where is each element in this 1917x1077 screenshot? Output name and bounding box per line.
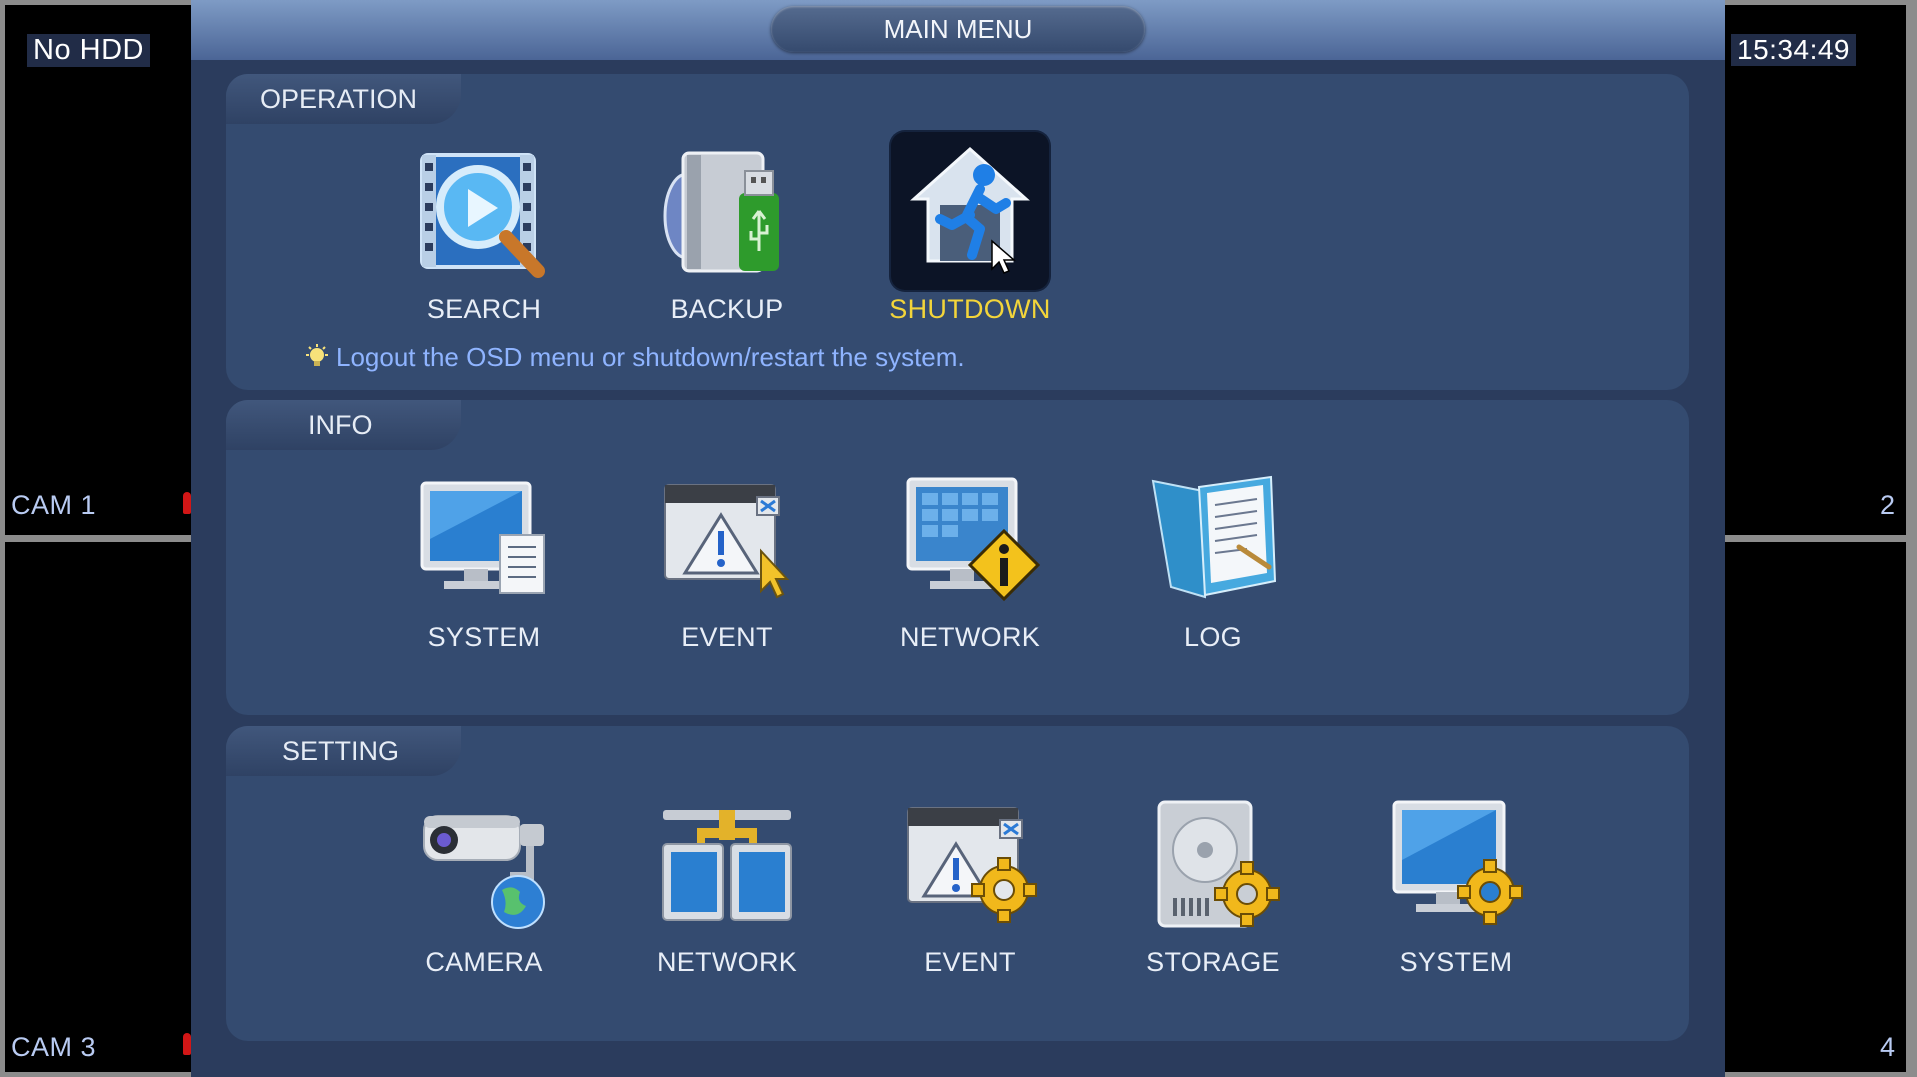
main-menu-window: MAIN MENU OPERATION SEARCH BACKUP SHUTDO… <box>191 0 1725 1077</box>
shutdown-label: SHUTDOWN <box>889 294 1051 324</box>
record-indicator-icon <box>183 1033 191 1055</box>
record-indicator-icon <box>183 492 191 514</box>
backup-label: BACKUP <box>670 294 784 324</box>
log-icon <box>1134 460 1292 618</box>
cam3-label: CAM 3 <box>11 1032 97 1062</box>
operation-heading: OPERATION <box>226 74 461 124</box>
info-system-button[interactable]: SYSTEM <box>399 460 569 660</box>
setting-event-label: EVENT <box>924 947 1016 977</box>
info-system-label: SYSTEM <box>427 622 541 652</box>
info-log-button[interactable]: LOG <box>1128 460 1298 660</box>
hdd-status: No HDD <box>27 34 150 67</box>
search-icon <box>405 132 563 290</box>
info-heading: INFO <box>226 400 461 450</box>
setting-section: SETTING CAMERA NETWORK EVENT STORAGE SYS… <box>226 726 1689 1041</box>
storage-icon <box>1134 785 1292 943</box>
network-info-icon <box>891 460 1049 618</box>
setting-camera-button[interactable]: CAMERA <box>399 785 569 985</box>
info-event-button[interactable]: EVENT <box>642 460 812 660</box>
camera-icon <box>405 785 563 943</box>
setting-camera-label: CAMERA <box>425 947 543 977</box>
backup-button[interactable]: BACKUP <box>642 132 812 332</box>
setting-event-button[interactable]: EVENT <box>885 785 1055 985</box>
setting-storage-button[interactable]: STORAGE <box>1128 785 1298 985</box>
setting-network-button[interactable]: NETWORK <box>642 785 812 985</box>
backup-icon <box>648 132 806 290</box>
setting-system-label: SYSTEM <box>1399 947 1513 977</box>
cam1-label: CAM 1 <box>11 490 97 520</box>
event-info-icon <box>648 460 806 618</box>
menu-title-bar: MAIN MENU <box>191 0 1725 60</box>
system-info-icon <box>405 460 563 618</box>
operation-section: OPERATION SEARCH BACKUP SHUTDOWN Logout … <box>226 74 1689 390</box>
lightbulb-icon <box>306 343 328 366</box>
cam2-label: 2 <box>1880 490 1896 520</box>
operation-hint: Logout the OSD menu or shutdown/restart … <box>304 342 965 373</box>
info-log-label: LOG <box>1184 622 1242 652</box>
shutdown-button[interactable]: SHUTDOWN <box>885 132 1055 332</box>
shutdown-icon <box>891 132 1049 290</box>
menu-title: MAIN MENU <box>771 6 1145 52</box>
setting-heading: SETTING <box>226 726 461 776</box>
info-network-label: NETWORK <box>899 622 1041 652</box>
search-button[interactable]: SEARCH <box>399 132 569 332</box>
setting-storage-label: STORAGE <box>1146 947 1280 977</box>
system-setting-icon <box>1377 785 1535 943</box>
clock-time: 15:34:49 <box>1731 34 1856 66</box>
hint-text: Logout the OSD menu or shutdown/restart … <box>336 342 965 372</box>
setting-system-button[interactable]: SYSTEM <box>1371 785 1541 985</box>
cam4-label: 4 <box>1880 1032 1896 1062</box>
info-section: INFO SYSTEM EVENT NETWORK LOG <box>226 400 1689 715</box>
event-setting-icon <box>891 785 1049 943</box>
search-label: SEARCH <box>426 294 542 324</box>
network-setting-icon <box>648 785 806 943</box>
info-event-label: EVENT <box>681 622 773 652</box>
info-network-button[interactable]: NETWORK <box>885 460 1055 660</box>
setting-network-label: NETWORK <box>656 947 798 977</box>
